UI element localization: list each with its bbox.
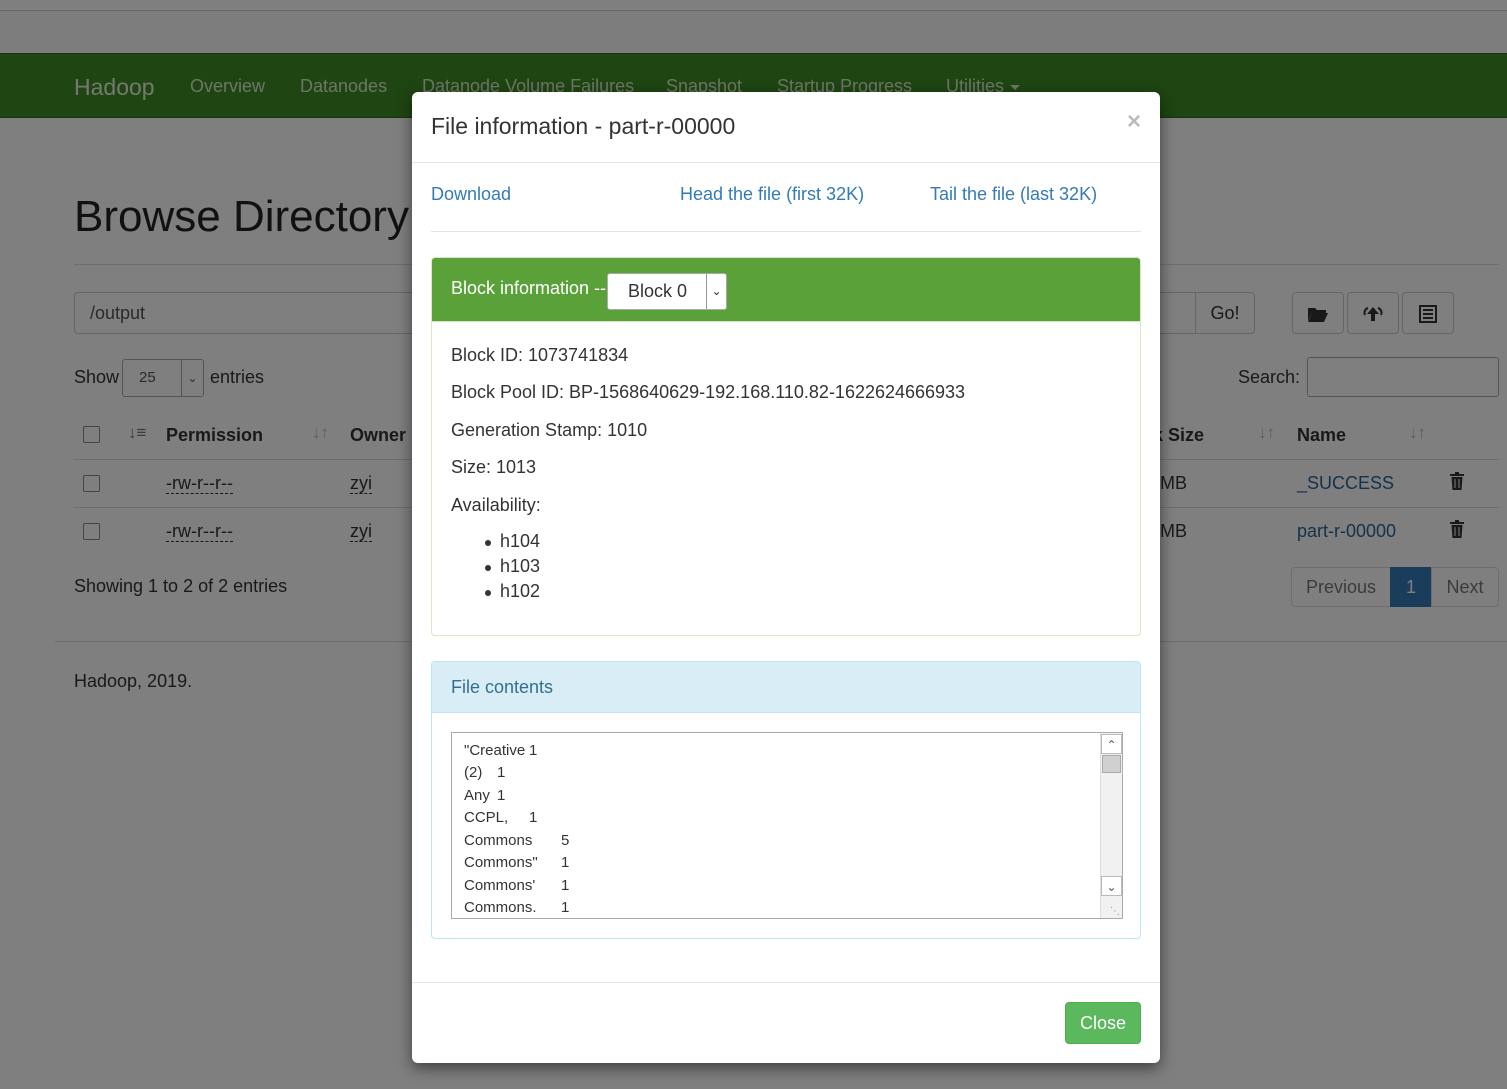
content-count: 1 [561,899,570,916]
content-word: CCPL, [464,809,509,826]
chevron-up-icon[interactable]: ⌃ [1101,734,1122,754]
chevron-down-icon: ⌄ [706,274,726,309]
content-count: 1 [529,742,538,759]
block-select[interactable]: Block 0 ⌄ [607,273,727,310]
generation-stamp: Generation Stamp: 1010 [451,420,648,440]
content-word: Commons. [464,899,537,916]
head-file-link[interactable]: Head the file (first 32K) [680,184,864,205]
block-size: Size: 1013 [451,457,537,477]
block-id: Block ID: 1073741834 [451,345,629,365]
content-count: 1 [529,809,538,826]
content-line: CCPL, 1 [464,809,537,826]
content-line: "Creative 1 [464,742,537,759]
content-word: Commons' [464,877,536,894]
scrollbar-thumb[interactable] [1102,755,1121,773]
content-count: 1 [561,877,570,894]
modal-header-divider [412,162,1160,163]
block-select-value: Block 0 [628,281,688,301]
content-count: 5 [561,832,570,849]
content-line: Commons. 1 [464,899,569,916]
content-count: 1 [497,764,506,781]
content-word: Commons [464,832,533,849]
content-word: Any [464,787,490,804]
content-line: Commons' 1 [464,877,569,894]
file-contents-textarea[interactable]: "Creative 1 (2) 1 Any 1 CCPL, 1 Commons 5 Com… [451,732,1123,919]
content-word: Commons" [464,854,538,871]
chevron-down-icon[interactable]: ⌄ [1101,876,1122,896]
block-pool-id: Block Pool ID: BP-1568640629-192.168.110… [451,382,966,402]
download-link[interactable]: Download [431,184,511,205]
content-word: "Creative [464,742,526,759]
content-count: 1 [561,854,570,871]
list-item: h102 [482,579,540,604]
tail-file-link[interactable]: Tail the file (last 32K) [930,184,1097,205]
list-item: h104 [482,529,540,554]
content-line: Commons" 1 [464,854,569,871]
content-line: Any 1 [464,787,505,804]
content-count: 1 [497,787,506,804]
availability-label: Availability: [451,495,541,515]
file-info-modal: File information - part-r-00000 × Downlo… [412,92,1160,1063]
close-icon[interactable]: × [1127,108,1141,136]
availability-list: h104 h103 h102 [482,529,540,604]
resize-grip-icon[interactable]: ⋱ [1110,906,1120,917]
content-line: (2) 1 [464,764,505,781]
block-info-panel: Block information -- Block 0 ⌄ Block ID: … [431,257,1141,636]
scrollbar[interactable]: ⌃ ⌄ [1100,733,1122,918]
content-word: (2) [464,764,483,781]
file-contents-panel: File contents "Creative 1 (2) 1 Any 1 CCPL,… [431,661,1141,939]
file-contents-header: File contents [432,662,1140,713]
divider [431,231,1141,232]
block-info-label: Block information -- [451,278,607,298]
list-item: h103 [482,554,540,579]
block-info-header: Block information -- Block 0 ⌄ [432,258,1140,322]
file-contents-label: File contents [451,677,554,697]
content-line: Commons 5 [464,832,569,849]
modal-title: File information - part-r-00000 [431,113,736,139]
close-button[interactable]: Close [1065,1002,1141,1044]
modal-footer-divider [412,982,1160,983]
